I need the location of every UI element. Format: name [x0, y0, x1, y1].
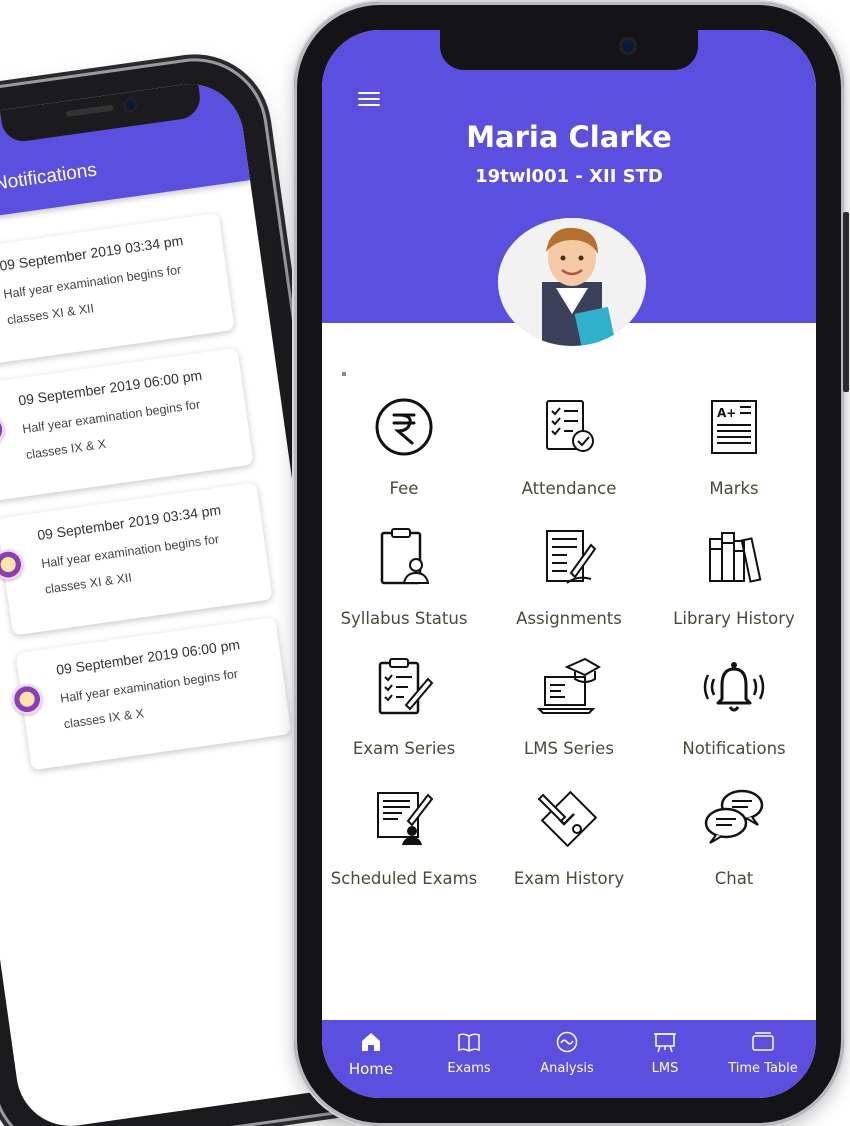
nav-lms[interactable]: LMS	[616, 1030, 714, 1076]
nav-label: Home	[348, 1060, 394, 1078]
menu-tile-notifications[interactable]: Notifications	[652, 655, 816, 775]
student-name: Maria Clarke	[466, 120, 672, 154]
nav-label: Time Table	[728, 1061, 798, 1076]
notification-list: 09 September 2019 03:34 pm Half year exa…	[0, 212, 294, 788]
chat-bubbles-icon	[704, 789, 764, 844]
notification-avatar-icon	[10, 682, 45, 717]
svg-text:A+: A+	[717, 406, 736, 420]
menu-tile-assignments[interactable]: Assignments	[487, 525, 651, 645]
side-button	[843, 212, 849, 392]
indicator-dot	[342, 372, 346, 376]
menu-tile-exam-history[interactable]: Exam History	[487, 785, 651, 905]
exam-history-icon	[537, 790, 598, 848]
phone-notch	[440, 30, 698, 70]
menu-label: Scheduled Exams	[330, 869, 478, 888]
speaker-grille	[65, 104, 115, 118]
nav-analysis[interactable]: Analysis	[518, 1030, 616, 1076]
notification-card[interactable]: 09 September 2019 03:34 pm Half year exa…	[0, 212, 235, 367]
notification-card[interactable]: 09 September 2019 03:34 pm Half year exa…	[0, 482, 273, 636]
home-icon	[362, 1033, 380, 1051]
menu-label: Marks	[709, 479, 759, 498]
student-id-class: 19twl001 - XII STD	[475, 166, 663, 187]
notification-card[interactable]: 09 September 2019 06:00 pm Half year exa…	[0, 347, 254, 501]
front-phone-frame: Maria Clarke 19twl001 - XII STD Fee Atte…	[294, 2, 849, 1126]
timetable-icon	[752, 1032, 774, 1051]
nav-home[interactable]: Home	[322, 1030, 420, 1078]
menu-label: Attendance	[521, 479, 617, 498]
menu-label: Library History	[673, 609, 795, 628]
menu-label: Syllabus Status	[340, 609, 468, 628]
book-icon	[458, 1033, 480, 1052]
profile-header: Maria Clarke 19twl001 - XII STD	[322, 30, 816, 346]
notifications-title: Notifications	[0, 159, 99, 195]
nav-exams[interactable]: Exams	[420, 1030, 518, 1076]
menu-tile-chat[interactable]: Chat	[652, 785, 816, 905]
bell-icon	[703, 662, 765, 712]
home-screen: Maria Clarke 19twl001 - XII STD Fee Atte…	[322, 30, 816, 1098]
menu-tile-attendance[interactable]: Attendance	[487, 395, 651, 515]
menu-tile-library-history[interactable]: Library History	[652, 525, 816, 645]
menu-tile-scheduled-exams[interactable]: Scheduled Exams	[322, 785, 486, 905]
nav-label: Exams	[447, 1061, 491, 1076]
menu-tile-lms-series[interactable]: LMS Series	[487, 655, 651, 775]
scheduled-exam-icon	[377, 792, 434, 845]
menu-label: Assignments	[516, 609, 622, 628]
marks-sheet-icon: A+	[711, 400, 757, 454]
menu-label: Exam Series	[352, 739, 456, 758]
menu-label: Exam History	[513, 869, 625, 888]
menu-label: Chat	[714, 869, 754, 888]
menu-label: Fee	[389, 479, 419, 498]
notification-card[interactable]: 09 September 2019 06:00 pm Half year exa…	[10, 616, 292, 771]
menu-label: Notifications	[682, 739, 786, 758]
menu-tile-fee[interactable]: Fee	[322, 395, 486, 515]
student-photo-icon	[498, 218, 646, 346]
menu-tile-marks[interactable]: A+ Marks	[652, 395, 816, 515]
exam-clipboard-icon	[378, 658, 434, 715]
rupee-icon	[375, 398, 433, 456]
clipboard-person-icon	[380, 528, 430, 585]
menu-label: LMS Series	[524, 739, 614, 758]
laptop-graduation-icon	[537, 657, 601, 714]
hamburger-menu-icon[interactable]	[358, 92, 380, 108]
board-icon	[654, 1033, 676, 1053]
assignment-icon	[546, 530, 597, 584]
bottom-navigation: Home Exams Analysis LMS Time Table	[322, 1020, 816, 1098]
camera-icon	[124, 99, 137, 111]
notification-avatar-icon	[0, 547, 26, 582]
menu-tile-exam-series[interactable]: Exam Series	[322, 655, 486, 775]
nav-label: LMS	[651, 1061, 679, 1076]
analysis-icon	[556, 1031, 578, 1053]
student-avatar[interactable]	[498, 218, 646, 346]
attendance-checklist-icon	[546, 400, 594, 452]
notification-avatar-icon	[0, 412, 7, 447]
camera-icon	[622, 40, 634, 52]
nav-time-table[interactable]: Time Table	[714, 1030, 812, 1076]
menu-tile-syllabus-status[interactable]: Syllabus Status	[322, 525, 486, 645]
books-icon	[709, 532, 762, 583]
nav-label: Analysis	[540, 1061, 594, 1076]
